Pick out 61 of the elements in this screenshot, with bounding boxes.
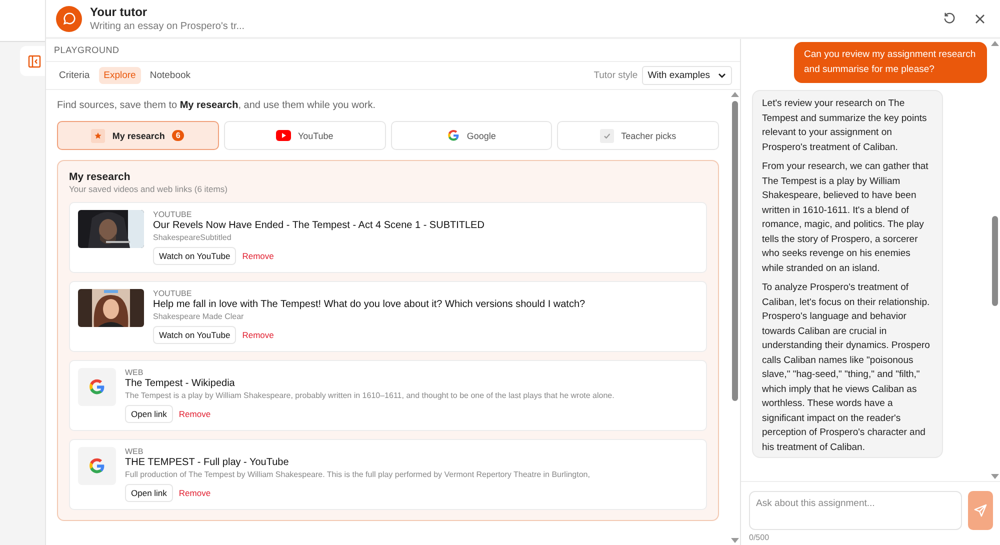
scrollbar[interactable] — [729, 90, 740, 545]
sidebar-collapse-icon — [28, 54, 40, 68]
send-icon — [974, 504, 987, 517]
tutor-style-label: Tutor style — [594, 70, 638, 81]
source-label: WEB — [125, 368, 144, 377]
message-paragraph: From your research, we can gather that The Tempest is a play by William Shakespeare, believed to have been written in 1610-1611. It's a blend of romance, magic, and politics. The play tells the story of Prospero, a sorcerer who seeks revenge on his enemies while stranded on an island. — [762, 160, 930, 276]
assignment-subtitle: Writing an essay on Prospero's tr... — [90, 21, 246, 32]
watch-button[interactable]: Watch on YouTube — [153, 247, 236, 265]
watch-button[interactable]: Watch on YouTube — [153, 326, 236, 344]
section-label: PLAYGROUND — [46, 39, 740, 62]
send-button[interactable] — [968, 491, 993, 530]
count-badge: 6 — [172, 130, 184, 141]
google-icon — [88, 378, 106, 396]
remove-link[interactable]: Remove — [242, 330, 274, 340]
source-tab[interactable]: Teacher picks — [557, 121, 719, 150]
scrollbar-thumb[interactable] — [732, 101, 738, 401]
item-title: THE TEMPEST - Full play - YouTube — [125, 457, 290, 468]
reset-icon — [943, 12, 956, 25]
open-link-button[interactable]: Open link — [125, 405, 173, 423]
remove-link[interactable]: Remove — [178, 488, 211, 498]
message-input[interactable]: Ask about this assignment... — [749, 491, 962, 530]
close-icon — [974, 12, 986, 24]
intro-text: Find sources, save them to My research, and use them while you work. — [57, 100, 377, 111]
panel-title: My research — [69, 171, 132, 183]
item-title: Our Revels Now Have Ended - The Tempest - Act 4 Scene 1 - SUBTITLED — [153, 220, 484, 231]
scroll-up-icon — [990, 41, 998, 46]
scroll-up-icon — [730, 92, 738, 97]
tab[interactable]: Notebook — [144, 67, 196, 84]
remove-link[interactable]: Remove — [178, 409, 211, 419]
panel-subtitle: Your saved videos and web links (6 items) — [69, 184, 228, 194]
message-paragraph: Let's review your research on The Tempest and summarize the key points relevant to your assignment on Prospero's treatment of Caliban. — [762, 97, 928, 154]
tutor-style-select[interactable]: With examples — [642, 66, 732, 85]
scroll-down-icon — [990, 474, 998, 479]
tab[interactable]: Criteria — [54, 67, 95, 84]
source-label: YOUTUBE — [153, 289, 193, 298]
item-description: Full production of The Tempest by William Shakespeare. This is the full play performed by Vermont Repertory Theatre in Burlington, — [125, 470, 590, 479]
chat-bubble-icon — [62, 12, 76, 25]
channel-name: ShakespeareSubtitled — [153, 233, 232, 242]
source-tab[interactable]: YouTube — [224, 121, 386, 150]
message-paragraph: To analyze Prospero's treatment of Caliban, let's focus on their relationship. Prospero's language and behavior towards Caliban are crucial in understanding their dynamics. Prospero calls Caliban names like "poisonous slave," "hag-seed," "thing," and "filth," which imply that he views Caliban as worthless. These words have a significant impact on the reader's perception of Prospero's character and his treatment of Caliban. — [762, 281, 931, 454]
checkmark-icon — [600, 128, 614, 142]
scrollbar[interactable] — [989, 39, 1000, 481]
tutor-title: Your tutor — [90, 5, 148, 19]
google-icon — [88, 457, 106, 475]
scroll-down-icon — [730, 538, 738, 543]
source-label: YOUTUBE — [153, 210, 193, 219]
source-tab[interactable]: My research 6 — [57, 121, 219, 150]
item-title: The Tempest - Wikipedia — [125, 378, 236, 389]
youtube-icon — [276, 130, 291, 141]
item-description: The Tempest is a play by William Shakespeare, probably written in 1610–1611, and thought to be one of the last plays that he wrote alone. — [125, 391, 614, 400]
message-paragraph: Can you review my assignment research and summarise for me please? — [804, 48, 977, 76]
channel-name: Shakespeare Made Clear — [153, 312, 245, 321]
item-title: Help me fall in love with The Tempest! What do you love about it? Which versions should I watch? — [153, 299, 586, 310]
scrollbar-thumb[interactable] — [992, 216, 998, 306]
open-link-button[interactable]: Open link — [125, 484, 173, 502]
character-counter: 0/500 — [748, 532, 770, 544]
source-label: WEB — [125, 447, 144, 456]
source-tab[interactable]: Google — [390, 121, 552, 150]
remove-link[interactable]: Remove — [242, 251, 274, 261]
chevron-down-icon — [718, 72, 726, 78]
google-icon — [446, 129, 460, 142]
